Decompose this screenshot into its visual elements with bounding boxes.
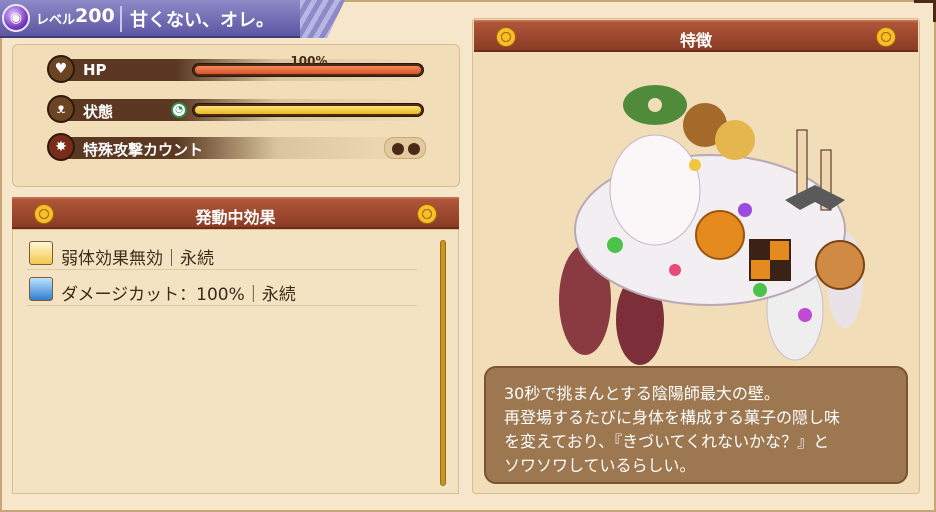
candy [689,159,701,171]
monster-head [609,134,701,246]
corner-arrow-icon[interactable] [914,0,936,22]
description-box: 30秒で挑まんとする陰陽師最大の壁。 再登場するたびに身体を構成する菓子の隠し味… [484,366,908,484]
special-label: 特殊攻撃カウント [83,141,204,159]
effects-title: 発動中効果 [195,208,276,227]
effects-header: 発動中効果 [12,197,459,229]
donut-hole [648,98,662,112]
candy [798,308,812,322]
special-row: ✸ 特殊攻撃カウント [47,133,447,163]
heart-icon: ♥ [47,55,75,83]
level-value: 200 [75,5,115,27]
candy-stick [796,129,808,201]
choc-cookie [815,240,865,290]
damage-cut-icon [29,277,53,301]
burst-icon: ✸ [47,133,75,161]
effect-item: 弱体効果無効｜永続 [27,236,417,270]
swirl-icon [417,204,437,224]
effects-panel: 弱体効果無効｜永続 ダメージカット：100%｜永続 [12,229,459,494]
checker-square [750,240,770,260]
description-line: を変えており、『きづいてくれないかな？』と [504,432,830,451]
count-dot [392,143,404,155]
state-label: 状態 [83,103,114,121]
effect-item: ダメージカット：100%｜永続 [27,272,417,306]
hp-row: ♥ HP 100% [47,54,447,85]
candy [753,283,767,297]
feature-header: 特徴 [474,20,918,52]
feature-title: 特徴 [679,31,712,50]
hp-bar: 100% [192,54,424,77]
level-label: レベル [36,13,76,28]
description-line: 30秒で挑まんとする陰陽師最大の壁。 [504,384,780,403]
candy-ball [715,120,755,160]
state-bar [192,103,424,117]
hp-label: HP [83,61,107,79]
state-bar-fill [195,106,421,114]
effects-scrollbar[interactable] [440,240,446,486]
candy [607,237,623,253]
description-line: 再登場するたびに身体を構成する菓子の隠し味 [504,408,841,427]
level-orb-icon: ◉ [2,4,30,32]
status-panel: ♥ HP 100% ᴥ 状態 ◔ ✸ 特殊攻撃カウント [12,44,460,187]
candy [669,264,681,276]
candy-monster-image [559,85,865,365]
boss-name: 甘くない、オレ。 [120,6,274,32]
debuff-immunity-icon [29,241,53,265]
count-dot [408,143,420,155]
scrollbar-thumb[interactable] [440,240,446,486]
clock-icon: ◔ [171,102,187,118]
description-line: ソワソワしているらしい。 [504,456,696,475]
effect-text: ダメージカット：100%｜永続 [61,285,296,305]
cat-face-icon: ᴥ [47,95,75,123]
effect-text: 弱体効果無効｜永続 [61,249,214,269]
special-count-dots [384,137,426,159]
hp-percent: 100% [290,54,328,68]
pumpkin [695,210,745,260]
checker-square [770,260,790,280]
candy [738,203,752,217]
state-row: ᴥ 状態 ◔ [47,95,447,125]
swirl-icon [876,27,896,47]
